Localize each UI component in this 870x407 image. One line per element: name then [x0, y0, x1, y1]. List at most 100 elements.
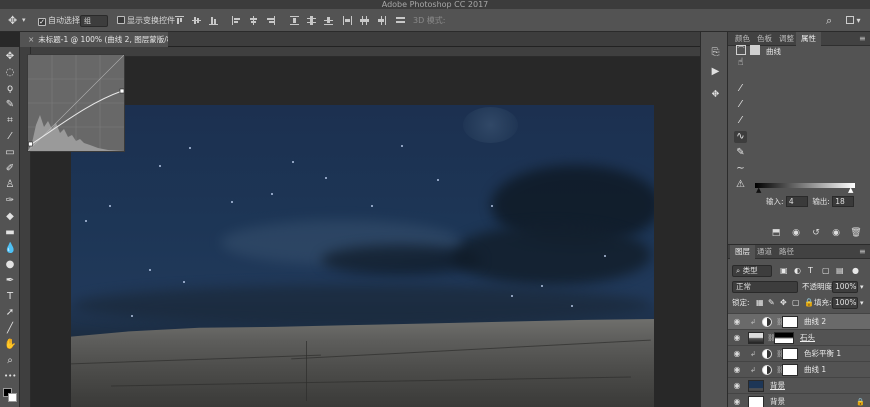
filter-adjustment-icon[interactable]: ◐: [794, 263, 801, 279]
blend-mode-select[interactable]: 正常: [732, 281, 798, 293]
layer-filter-select[interactable]: ⌕ 类型: [732, 265, 772, 277]
gray-point-eyedropper-icon[interactable]: ⁄: [734, 99, 747, 111]
input-value-field[interactable]: 4: [785, 196, 808, 207]
delete-icon[interactable]: 🗑: [850, 227, 862, 239]
layer-row-stone[interactable]: ◉ ⛓ 石头: [728, 329, 870, 345]
visibility-eye-icon[interactable]: ◉: [732, 333, 742, 343]
lasso-tool-icon[interactable]: ϙ: [4, 83, 16, 94]
line-tool-icon[interactable]: ╱: [4, 323, 16, 334]
auto-align-layers-icon[interactable]: [396, 16, 405, 25]
history-panel-icon[interactable]: ⎘: [709, 46, 722, 59]
visibility-toggle-icon[interactable]: ◉: [830, 227, 842, 239]
lock-artboard-icon[interactable]: ▢: [792, 295, 800, 311]
distribute-left-icon[interactable]: [343, 16, 352, 25]
pencil-draw-icon[interactable]: ✎: [734, 147, 747, 159]
clip-to-layer-icon[interactable]: ⬒: [770, 227, 782, 239]
lock-all-icon[interactable]: 🔒: [804, 295, 814, 311]
clone-stamp-tool-icon[interactable]: ♙: [4, 179, 16, 190]
black-slider-handle[interactable]: ▲: [756, 186, 761, 194]
filter-type-icon[interactable]: T: [808, 263, 813, 279]
layer-row-color-balance-1[interactable]: ◉ ↲ ⛓ 色彩平衡 1: [728, 345, 870, 361]
hand-tool-icon[interactable]: ✋: [4, 339, 16, 350]
healing-brush-tool-icon[interactable]: ▭: [4, 147, 16, 158]
eraser-tool-icon[interactable]: ◆: [4, 211, 16, 222]
align-left-icon[interactable]: [232, 16, 241, 25]
black-point-eyedropper-icon[interactable]: ⁄: [734, 83, 747, 95]
document-canvas[interactable]: [71, 105, 654, 407]
layer-row-background-image[interactable]: ◉ 背景: [728, 377, 870, 393]
search-icon[interactable]: ⌕: [826, 14, 832, 27]
visibility-eye-icon[interactable]: ◉: [732, 349, 742, 359]
properties-panel-icon[interactable]: ⛖: [709, 88, 722, 101]
align-right-icon[interactable]: [266, 16, 275, 25]
layer-row-curves-2[interactable]: ◉ ↲ ⛓ 曲线 2: [728, 313, 870, 329]
tab-properties[interactable]: 属性: [796, 32, 821, 46]
visibility-eye-icon[interactable]: ◉: [732, 317, 742, 327]
distribute-hcenter-icon[interactable]: [360, 16, 369, 25]
layer-thumbnail[interactable]: [748, 332, 764, 344]
fill-dropdown-icon[interactable]: ▾: [860, 295, 864, 311]
layer-mask-thumbnail[interactable]: [782, 316, 798, 328]
show-transform-checkbox[interactable]: 显示变换控件: [117, 14, 175, 27]
move-tool-icon[interactable]: ✥: [8, 14, 17, 27]
auto-warning-icon[interactable]: ⚠: [734, 179, 747, 191]
more-tools-icon[interactable]: •••: [4, 371, 16, 382]
panel-menu-icon[interactable]: ≡: [854, 245, 870, 259]
opacity-field[interactable]: 100%: [832, 281, 858, 293]
canvas-area[interactable]: [31, 57, 700, 407]
layer-mask-thumbnail[interactable]: [774, 332, 794, 344]
brush-tool-icon[interactable]: ✐: [4, 163, 16, 174]
auto-select-checkbox[interactable]: 自动选择:: [38, 14, 83, 27]
history-brush-tool-icon[interactable]: ✑: [4, 195, 16, 206]
move-tool-icon[interactable]: ✥: [4, 51, 16, 62]
lock-transparent-icon[interactable]: ▦: [756, 295, 764, 311]
quick-select-tool-icon[interactable]: ✎: [4, 99, 16, 110]
align-vertical-center-icon[interactable]: [192, 16, 201, 25]
reset-icon[interactable]: ↺: [810, 227, 822, 239]
fill-field[interactable]: 100%: [832, 297, 858, 309]
distribute-bottom-icon[interactable]: [324, 16, 333, 25]
tab-paths[interactable]: 路径: [774, 245, 799, 259]
pen-tool-icon[interactable]: ✒: [4, 275, 16, 286]
mask-icon[interactable]: [750, 45, 760, 55]
curves-graph[interactable]: [27, 54, 125, 152]
marquee-tool-icon[interactable]: ◌: [4, 67, 16, 78]
white-slider-handle[interactable]: ▲: [848, 186, 853, 194]
distribute-vcenter-icon[interactable]: [307, 16, 316, 25]
curve-point[interactable]: [28, 141, 33, 147]
filter-shape-icon[interactable]: ▢: [822, 263, 830, 279]
layer-mask-thumbnail[interactable]: [782, 364, 798, 376]
distribute-right-icon[interactable]: [377, 16, 386, 25]
crop-tool-icon[interactable]: ⌗: [4, 115, 16, 126]
background-color-swatch[interactable]: [8, 393, 17, 402]
zoom-tool-icon[interactable]: ⌕: [4, 355, 16, 366]
layer-mask-thumbnail[interactable]: [782, 348, 798, 360]
filter-smart-object-icon[interactable]: ▤: [836, 263, 844, 279]
visibility-eye-icon[interactable]: ◉: [732, 365, 742, 375]
opacity-dropdown-icon[interactable]: ▾: [860, 279, 864, 295]
eyedropper-tool-icon[interactable]: ⁄: [4, 131, 16, 142]
dodge-tool-icon[interactable]: ●: [4, 259, 16, 270]
tool-preset-dropdown-icon[interactable]: ▾: [22, 14, 26, 27]
filter-pixel-icon[interactable]: ▣: [780, 263, 788, 279]
white-point-eyedropper-icon[interactable]: ⁄: [734, 115, 747, 127]
document-tab[interactable]: × 未标题-1 @ 100% (曲线 2, 图层蒙版/8) *: [20, 32, 168, 47]
workspace-switcher[interactable]: ▾: [846, 14, 861, 27]
close-tab-icon[interactable]: ×: [28, 35, 34, 44]
blur-tool-icon[interactable]: 💧: [4, 243, 16, 254]
panel-menu-icon[interactable]: ≡: [854, 32, 870, 46]
align-top-icon[interactable]: [175, 16, 184, 25]
type-tool-icon[interactable]: T: [4, 291, 16, 302]
lock-position-icon[interactable]: ✥: [780, 295, 787, 311]
visibility-eye-icon[interactable]: ◉: [732, 381, 742, 391]
actions-panel-icon[interactable]: ▶: [709, 65, 722, 78]
curve-point[interactable]: [119, 88, 125, 94]
smooth-curve-icon[interactable]: ∼: [734, 163, 747, 175]
output-value-field[interactable]: 18: [832, 196, 855, 207]
distribute-top-icon[interactable]: [290, 16, 299, 25]
layer-row-background[interactable]: ◉ 背景 🔒: [728, 393, 870, 407]
lock-image-icon[interactable]: ✎: [768, 295, 775, 311]
layer-thumbnail[interactable]: [748, 396, 764, 407]
align-horizontal-center-icon[interactable]: [249, 16, 258, 25]
gradient-tool-icon[interactable]: ▬: [4, 227, 16, 238]
